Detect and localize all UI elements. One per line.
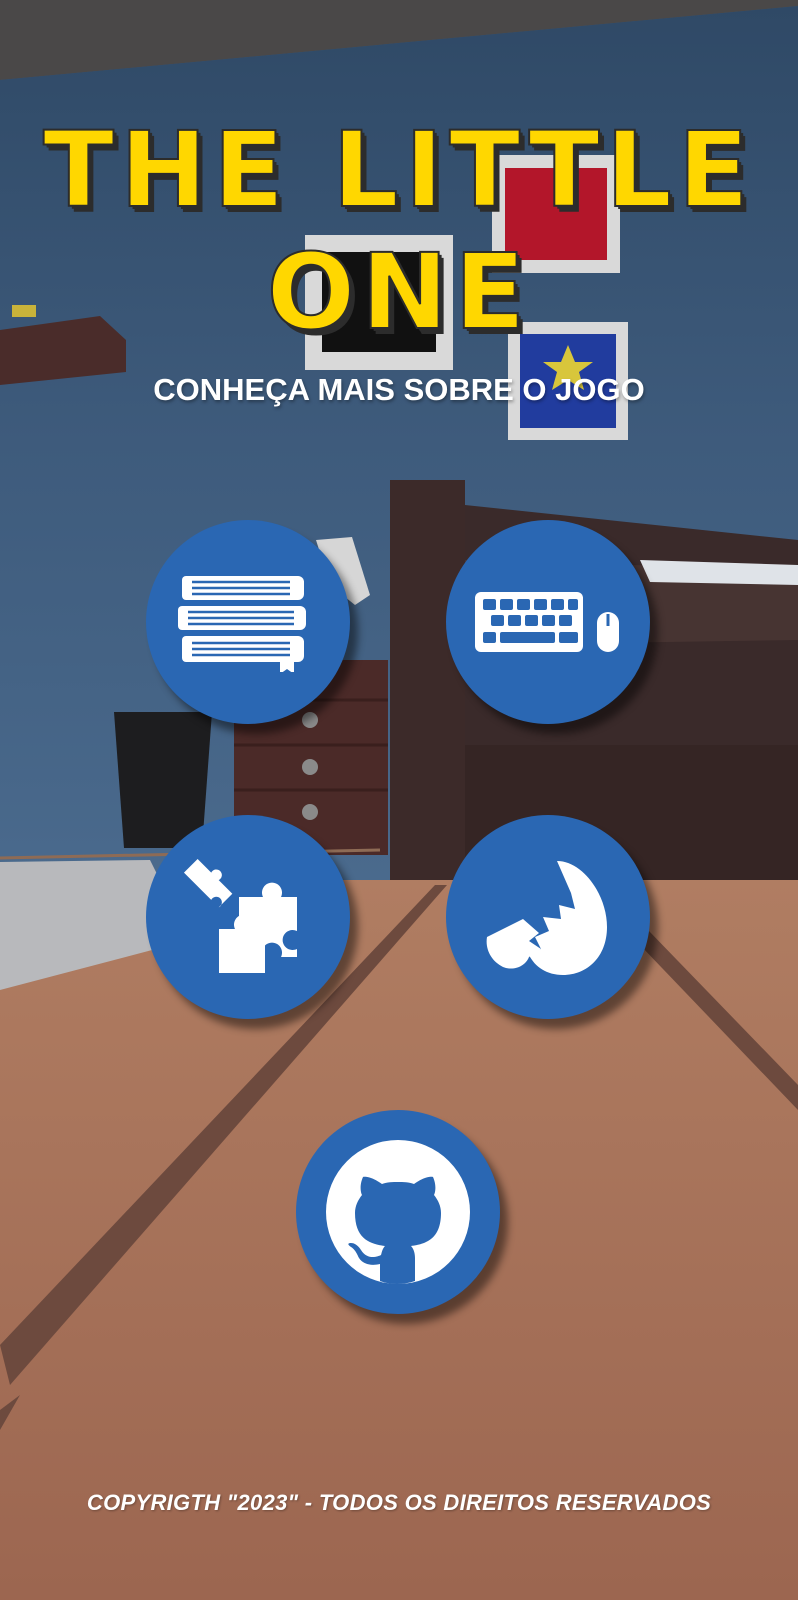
puzzle-button[interactable] (146, 815, 350, 1019)
game-title-line-2: ONE (266, 231, 532, 353)
github-button[interactable] (296, 1110, 500, 1314)
story-books-button[interactable] (146, 520, 350, 724)
github-icon (326, 1140, 470, 1284)
books-icon (178, 576, 306, 672)
game-title-line-1: THE LITTLE (42, 109, 755, 231)
puzzle-icon (183, 859, 297, 973)
easter-egg-button[interactable] (446, 815, 650, 1019)
cracked-egg-icon (486, 861, 607, 975)
keyboard-mouse-icon (475, 592, 619, 652)
subtitle: CONHEÇA MAIS SOBRE O JOGO (153, 372, 645, 407)
copyright-footer: COPYRIGTH "2023" - TODOS OS DIREITOS RES… (86, 1490, 712, 1515)
controls-button[interactable] (446, 520, 650, 724)
